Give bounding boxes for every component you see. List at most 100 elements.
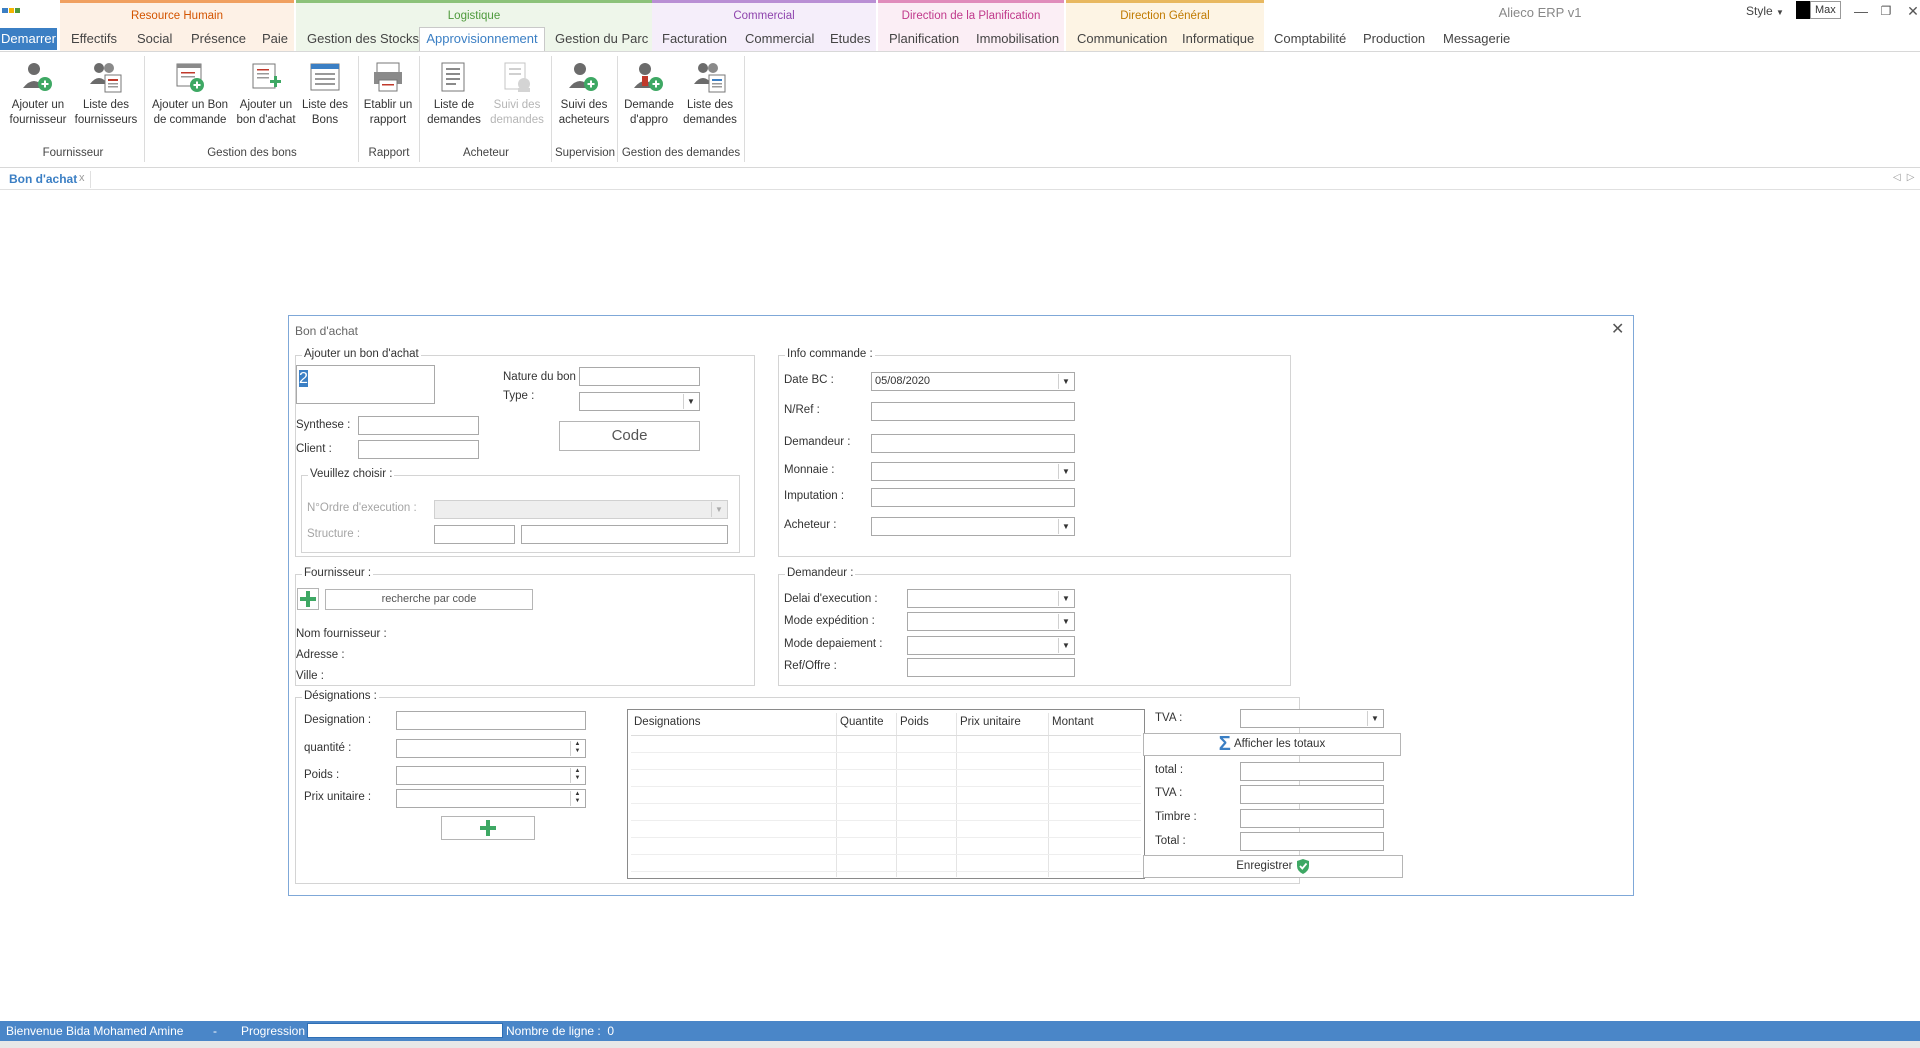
- quantite-stepper[interactable]: ▲ ▼: [396, 739, 586, 758]
- ref-offre-label: Ref/Offre :: [784, 660, 837, 672]
- tab-facturation[interactable]: Facturation: [662, 28, 727, 50]
- tab-effectifs[interactable]: Effectifs: [71, 28, 117, 50]
- add-designation-button[interactable]: [441, 816, 535, 840]
- type-select[interactable]: ▼: [579, 392, 700, 411]
- tab-planification[interactable]: Planification: [889, 28, 959, 50]
- chevron-down-icon: ▼: [1058, 591, 1073, 606]
- tab-informatique[interactable]: Informatique: [1182, 28, 1254, 50]
- list-requests-icon: [441, 62, 465, 92]
- bon-achat-form: Bon d'achat ✕ Ajouter un bon d'achat 2 N…: [288, 315, 1634, 896]
- ribbon-liste-demandes-users-button[interactable]: Liste des demandes: [678, 60, 742, 128]
- ribbon-ajouter-bon-commande-button[interactable]: Ajouter un Bon de commande: [148, 60, 232, 128]
- timbre-label: Timbre :: [1155, 811, 1197, 823]
- designation-input[interactable]: [396, 711, 586, 730]
- mode-expedition-select[interactable]: ▼: [907, 612, 1075, 631]
- tab-gestion-stocks[interactable]: Gestion des Stocks: [307, 28, 419, 50]
- ribbon-ajouter-fournisseur-button[interactable]: Ajouter un fournisseur: [5, 60, 71, 128]
- spin-arrows-icon[interactable]: ▲ ▼: [570, 791, 584, 806]
- demandeur-input[interactable]: [871, 434, 1075, 453]
- total-ttc-input[interactable]: [1240, 832, 1384, 851]
- form-close-icon[interactable]: ✕: [1611, 319, 1624, 339]
- grid-header-quantite[interactable]: Quantite: [840, 716, 883, 728]
- group-info-commande: Info commande : Date BC : 05/08/2020 ▼ N/…: [778, 348, 1291, 557]
- ref-offre-input[interactable]: [907, 658, 1075, 677]
- add-order-icon: [176, 63, 204, 92]
- doc-tab-bon-achat[interactable]: Bon d'achat: [9, 172, 77, 186]
- tab-gestion-parc[interactable]: Gestion du Parc: [555, 28, 648, 50]
- tab-commercial[interactable]: Commercial: [745, 28, 814, 50]
- enregistrer-button[interactable]: Enregistrer: [1143, 855, 1403, 878]
- minimize-icon[interactable]: —: [1847, 1, 1875, 21]
- list-bons-icon: [310, 63, 340, 91]
- tab-comptabilite[interactable]: Comptabilité: [1274, 28, 1346, 50]
- ribbon-liste-bons-button[interactable]: Liste des Bons: [294, 60, 356, 128]
- spin-arrows-icon[interactable]: ▲ ▼: [570, 768, 584, 783]
- ribbon-liste-demandes-button[interactable]: Liste de demandes: [422, 60, 486, 128]
- total-input[interactable]: [1240, 762, 1384, 781]
- tab-social[interactable]: Social: [137, 28, 172, 50]
- grid-header-designations[interactable]: Designations: [634, 716, 700, 728]
- imputation-input[interactable]: [871, 488, 1075, 507]
- doc-tab-close-icon[interactable]: x: [79, 172, 85, 184]
- structure-code-input[interactable]: [434, 525, 515, 544]
- chevron-left-icon[interactable]: ◁: [1893, 172, 1907, 183]
- status-bar: Bienvenue Bida Mohamed Amine - Progressi…: [0, 1021, 1920, 1041]
- tab-paie[interactable]: Paie: [262, 28, 288, 50]
- tab-messagerie[interactable]: Messagerie: [1443, 28, 1510, 50]
- ribbon-group-fournisseur: Fournisseur: [42, 147, 104, 159]
- structure-name-input[interactable]: [521, 525, 728, 544]
- tab-approvisionnement[interactable]: Approvisionnement: [419, 27, 545, 52]
- timbre-input[interactable]: [1240, 809, 1384, 828]
- date-bc-picker[interactable]: 05/08/2020 ▼: [871, 372, 1075, 391]
- nature-input[interactable]: [579, 367, 700, 386]
- tab-communication[interactable]: Communication: [1077, 28, 1167, 50]
- close-icon[interactable]: ✕: [1899, 1, 1920, 21]
- recherche-code-button[interactable]: recherche par code: [325, 589, 533, 610]
- synthese-input[interactable]: [358, 416, 479, 435]
- ribbon-demande-appro-button[interactable]: Demande d'appro: [617, 60, 681, 128]
- poids-stepper[interactable]: ▲ ▼: [396, 766, 586, 785]
- chevron-down-icon: ▼: [1058, 638, 1073, 653]
- delai-execution-select[interactable]: ▼: [907, 589, 1075, 608]
- ordre-execution-label: N°Ordre d'execution :: [307, 502, 417, 514]
- ribbon-suivi-demandes-button[interactable]: Suivi des demandes: [485, 60, 549, 128]
- tab-demarrer[interactable]: Demarrer: [0, 28, 57, 50]
- ribbon-liste-fournisseurs-button[interactable]: Liste des fournisseurs: [73, 60, 139, 128]
- tva-select[interactable]: ▼: [1240, 709, 1384, 728]
- ribbon-group-gestion-demandes: Gestion des demandes: [621, 147, 741, 159]
- bon-number-input[interactable]: 2: [296, 365, 435, 404]
- mode-paiement-select[interactable]: ▼: [907, 636, 1075, 655]
- add-fournisseur-button[interactable]: [297, 588, 319, 610]
- tab-etudes[interactable]: Etudes: [830, 28, 870, 50]
- spin-arrows-icon[interactable]: ▲ ▼: [570, 741, 584, 756]
- ribbon-suivi-acheteurs-button[interactable]: Suivi des acheteurs: [552, 60, 616, 128]
- monnaie-select[interactable]: ▼: [871, 462, 1075, 481]
- client-input[interactable]: [358, 440, 479, 459]
- prix-unitaire-stepper[interactable]: ▲ ▼: [396, 789, 586, 808]
- group-veuillez-choisir: Veuillez choisir : N°Ordre d'execution :…: [301, 468, 740, 553]
- code-button[interactable]: Code: [559, 421, 700, 451]
- grid-header-poids[interactable]: Poids: [900, 716, 929, 728]
- afficher-totaux-button[interactable]: Σ Afficher les totaux: [1143, 733, 1401, 756]
- grid-header-montant[interactable]: Montant: [1052, 716, 1094, 728]
- style-menu[interactable]: Style ▼: [1746, 4, 1784, 18]
- ribbon-ajouter-bon-achat-button[interactable]: Ajouter un bon d'achat: [233, 60, 299, 128]
- tab-immobilisation[interactable]: Immobilisation: [976, 28, 1059, 50]
- tab-scroll-arrows[interactable]: ◁▷: [1893, 172, 1920, 183]
- restore-icon[interactable]: ❐: [1872, 1, 1900, 21]
- grid-header-prix-unitaire[interactable]: Prix unitaire: [960, 716, 1021, 728]
- designations-grid[interactable]: Designations Quantite Poids Prix unitair…: [627, 709, 1145, 879]
- tab-production[interactable]: Production: [1363, 28, 1425, 50]
- ribbon-etablir-rapport-button[interactable]: Etablir un rapport: [356, 60, 420, 128]
- tva-input[interactable]: [1240, 785, 1384, 804]
- acheteur-select[interactable]: ▼: [871, 517, 1075, 536]
- max-button[interactable]: Max: [1796, 1, 1844, 19]
- chevron-down-icon: ▼: [1776, 8, 1784, 17]
- tab-presence[interactable]: Présence: [191, 28, 246, 50]
- ordre-execution-select[interactable]: ▼: [434, 500, 728, 519]
- nref-input[interactable]: [871, 402, 1075, 421]
- track-requests-icon: [504, 62, 530, 92]
- status-separator: -: [213, 1024, 217, 1038]
- ville-label: Ville :: [296, 670, 324, 682]
- chevron-right-icon[interactable]: ▷: [1907, 172, 1920, 183]
